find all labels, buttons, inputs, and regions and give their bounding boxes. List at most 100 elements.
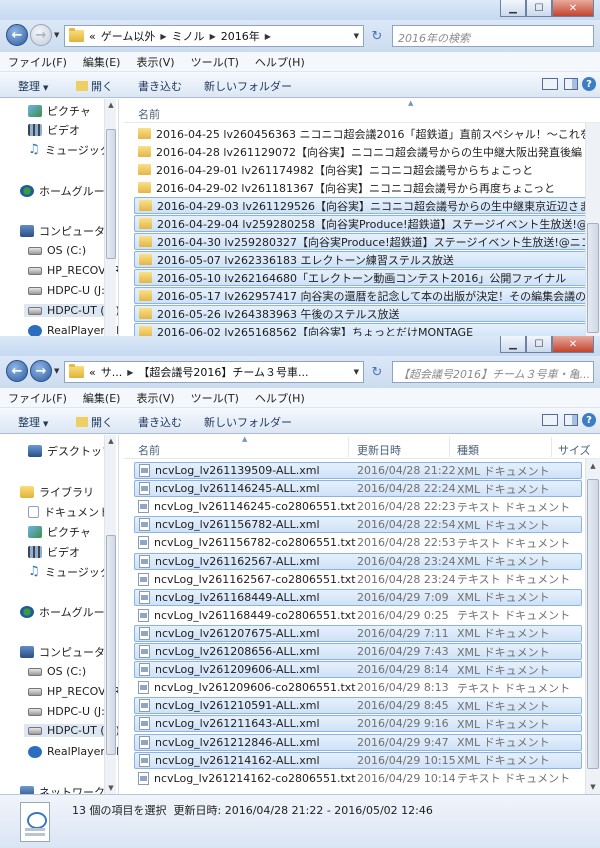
address-history-dropdown[interactable]: ▼ [354,368,359,376]
vertical-scrollbar[interactable]: ▲ ▼ [585,459,600,794]
nav-item-network[interactable]: ネットワーク [20,784,105,794]
nav-item-pictures[interactable]: ピクチャ [28,103,91,119]
refresh-icon[interactable]: ↻ [367,361,387,383]
open-button[interactable]: 開く [76,78,113,94]
column-divider[interactable] [449,437,450,457]
breadcrumb-item[interactable]: サ... [101,364,123,380]
recent-pages-dropdown[interactable]: ▼ [54,367,59,375]
folder-row[interactable]: 2016-05-10 lv262164680「エレクトーン動画コンテスト2016… [134,269,600,286]
folder-row[interactable]: 2016-06-02 lv265168562【向谷実】ちょっとだけMONTAGE [134,323,600,336]
nav-item-hdpc-ut[interactable]: HDPC-UT (K:) [24,724,118,737]
nav-item-drive-c[interactable]: OS (C:) [28,665,86,678]
chevron-right-icon[interactable]: ▶ [160,32,166,41]
nav-item-drive-c[interactable]: OS (C:) [28,244,86,257]
folder-row[interactable]: 2016-04-25 lv260456363 ニコニコ超会議2016「超鉄道」直… [134,125,600,142]
organize-button[interactable]: 整理 ▼ [18,414,48,430]
column-divider[interactable] [551,437,552,457]
menu-edit[interactable]: 編集(E) [75,54,129,70]
menu-view[interactable]: 表示(V) [128,54,182,70]
scroll-down-icon[interactable]: ▼ [586,780,600,794]
recent-pages-dropdown[interactable]: ▼ [54,31,59,39]
title-bar[interactable]: ▁ ☐ ✕ [0,336,600,356]
nav-item-pictures[interactable]: ピクチャ [28,524,91,540]
folder-row[interactable]: 2016-05-07 lv262336183 エレクトーン練習ステルス放送 [134,251,600,268]
breadcrumb-item[interactable]: 2016年 [221,28,260,44]
chevron-right-icon[interactable]: ▶ [210,32,216,41]
nav-scrollbar[interactable]: ▲ [104,99,116,336]
menu-tools[interactable]: ツール(T) [183,390,247,406]
column-header-name[interactable]: 名前 [138,106,160,122]
pane-splitter[interactable] [118,99,122,336]
menu-help[interactable]: ヘルプ(H) [247,54,313,70]
open-button[interactable]: 開く [76,414,113,430]
title-bar[interactable]: ▁ ☐ ✕ [0,0,600,20]
column-header-size[interactable]: サイズ [558,442,591,458]
pane-splitter[interactable] [118,435,122,794]
column-header-name[interactable]: 名前 [138,442,160,458]
nav-item-music[interactable]: ♫ ミュージック [28,142,111,158]
address-bar[interactable]: « ゲーム以外 ▶ ミノル ▶ 2016年 ▶ ▼ [64,25,364,47]
nav-item-computer[interactable]: コンピューター [20,223,116,239]
preview-pane-icon[interactable] [564,78,578,90]
maximize-button[interactable]: ☐ [526,0,552,17]
new-folder-button[interactable]: 新しいフォルダー [204,78,292,94]
nav-item-libraries[interactable]: ライブラリ [20,484,94,500]
nav-item-videos[interactable]: ビデオ [28,122,80,138]
column-header-type[interactable]: 種類 [457,442,479,458]
folder-row[interactable]: 2016-04-29-03 lv261129526【向谷実】ニコニコ超会議号から… [134,197,600,214]
address-bar[interactable]: « サ... ▶ 【超会議号2016】チーム３号車... ▼ [64,361,364,383]
breadcrumb-item[interactable]: ミノル [172,28,205,44]
scroll-thumb[interactable] [106,129,116,259]
back-button[interactable]: ← [6,360,28,382]
breadcrumb-item[interactable]: ゲーム以外 [101,28,156,44]
menu-view[interactable]: 表示(V) [128,390,182,406]
organize-button[interactable]: 整理 ▼ [18,78,48,94]
nav-item-desktop[interactable]: デスクトップ [28,443,113,459]
folder-row[interactable]: 2016-05-26 lv264383963 午後のステルス放送 [134,305,600,322]
menu-help[interactable]: ヘルプ(H) [247,390,313,406]
change-view-icon[interactable] [542,78,558,90]
breadcrumb-overflow[interactable]: « [89,30,96,43]
burn-button[interactable]: 書き込む [138,414,182,430]
folder-row[interactable]: 2016-05-17 lv262957417 向谷実の還暦を記念して本の出版が決… [134,287,600,304]
folder-row[interactable]: 2016-04-30 lv259280327【向谷実Produce!超鉄道】ステ… [134,233,600,250]
preview-pane-icon[interactable] [564,414,578,426]
menu-edit[interactable]: 編集(E) [75,390,129,406]
scroll-thumb[interactable] [587,223,599,333]
nav-item-videos[interactable]: ビデオ [28,544,80,560]
nav-item-homegroup[interactable]: ホームグループ [20,604,115,620]
search-input[interactable]: 2016年の検索 [392,25,594,47]
maximize-button[interactable]: ☐ [526,336,552,353]
forward-button[interactable]: → [30,360,52,382]
menu-tools[interactable]: ツール(T) [183,54,247,70]
nav-scrollbar[interactable]: ▲ ▼ [104,435,116,794]
breadcrumb-overflow[interactable]: « [89,366,96,379]
column-header-date[interactable]: 更新日時 [357,442,401,458]
burn-button[interactable]: 書き込む [138,78,182,94]
chevron-right-icon[interactable]: ▶ [265,32,271,41]
chevron-right-icon[interactable]: ▶ [127,368,133,377]
back-button[interactable]: ← [6,24,28,46]
nav-item-hdpc-ut[interactable]: HDPC-UT (K:) [24,304,118,317]
change-view-icon[interactable] [542,414,558,426]
close-button[interactable]: ✕ [552,336,594,353]
refresh-icon[interactable]: ↻ [367,25,387,47]
nav-item-computer[interactable]: コンピューター [20,644,116,660]
search-input[interactable]: 【超会議号2016】チーム３号車・亀... [392,361,594,383]
minimize-button[interactable]: ▁ [500,336,526,353]
menu-file[interactable]: ファイル(F) [0,390,75,406]
scroll-thumb[interactable] [106,535,116,755]
folder-row[interactable]: 2016-04-29-04 lv259280258【向谷実Produce!超鉄道… [134,215,600,232]
folder-row[interactable]: 2016-04-29-01 lv261174982【向谷実】ニコニコ超会議号から… [134,161,600,178]
address-history-dropdown[interactable]: ▼ [354,32,359,40]
folder-row[interactable]: 2016-04-29-02 lv261181367【向谷実】ニコニコ超会議号から… [134,179,600,196]
help-icon[interactable]: ? [582,77,596,91]
new-folder-button[interactable]: 新しいフォルダー [204,414,292,430]
menu-file[interactable]: ファイル(F) [0,54,75,70]
breadcrumb-item[interactable]: 【超会議号2016】チーム３号車... [138,364,308,380]
folder-row[interactable]: 2016-04-28 lv261129072【向谷実】ニコニコ超会議号からの生中… [134,143,600,160]
nav-item-hdpc-u[interactable]: HDPC-U (J:) [28,705,109,718]
scroll-down-icon[interactable]: ▼ [105,782,117,794]
scroll-up-icon[interactable]: ▲ [586,459,600,473]
nav-item-music[interactable]: ♫ ミュージック [28,564,111,580]
